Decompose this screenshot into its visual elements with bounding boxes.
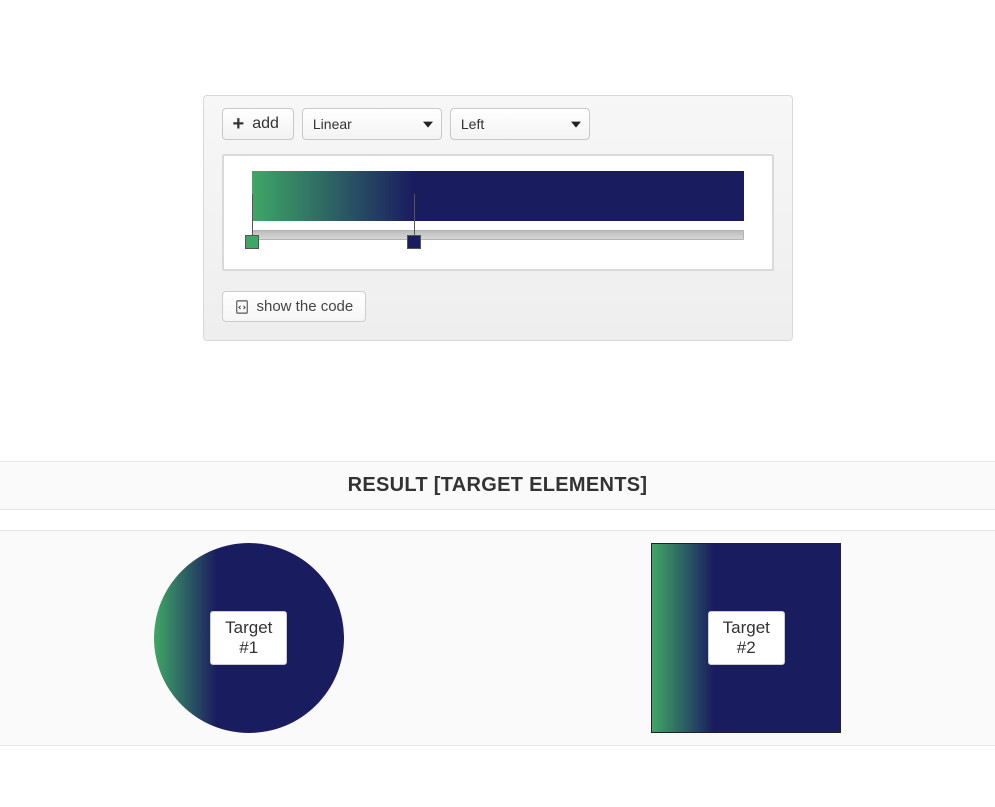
result-heading: RESULT [TARGET ELEMENTS]	[0, 461, 995, 510]
color-stop-handle[interactable]	[252, 194, 253, 245]
target-label: Target #2	[708, 611, 785, 666]
target-label-line2: #2	[737, 638, 756, 657]
target-label-line1: Target	[225, 618, 272, 637]
color-stop-swatch[interactable]	[245, 235, 259, 249]
color-stop-swatch[interactable]	[407, 235, 421, 249]
gradient-direction-value: Left	[461, 116, 484, 132]
color-stop-handle[interactable]	[414, 194, 415, 245]
gradient-direction-select[interactable]: Left	[450, 108, 590, 140]
gradient-type-select[interactable]: Linear	[302, 108, 442, 140]
toolbar: + add Linear Left	[222, 108, 774, 140]
add-button-label: add	[252, 115, 279, 133]
target-label-line1: Target	[723, 618, 770, 637]
gradient-editor-panel: + add Linear Left show the code	[203, 95, 793, 341]
code-file-icon	[235, 300, 249, 314]
chevron-down-icon	[423, 122, 433, 128]
show-code-button[interactable]: show the code	[222, 291, 367, 322]
target-element-square: Target #2	[651, 543, 841, 733]
target-element-circle: Target #1	[154, 543, 344, 733]
gradient-preview-box	[222, 154, 774, 271]
target-wrap: Target #2	[498, 543, 995, 733]
gradient-preview	[252, 171, 744, 221]
chevron-down-icon	[571, 122, 581, 128]
add-button[interactable]: + add	[222, 108, 294, 140]
gradient-type-value: Linear	[313, 116, 352, 132]
show-code-label: show the code	[257, 298, 354, 315]
plus-icon: +	[233, 114, 245, 134]
targets-row: Target #1 Target #2	[0, 530, 995, 746]
color-stop-track[interactable]	[252, 229, 744, 241]
slider-rail	[252, 230, 744, 240]
target-wrap: Target #1	[0, 543, 498, 733]
target-label: Target #1	[210, 611, 287, 666]
target-label-line2: #1	[239, 638, 258, 657]
